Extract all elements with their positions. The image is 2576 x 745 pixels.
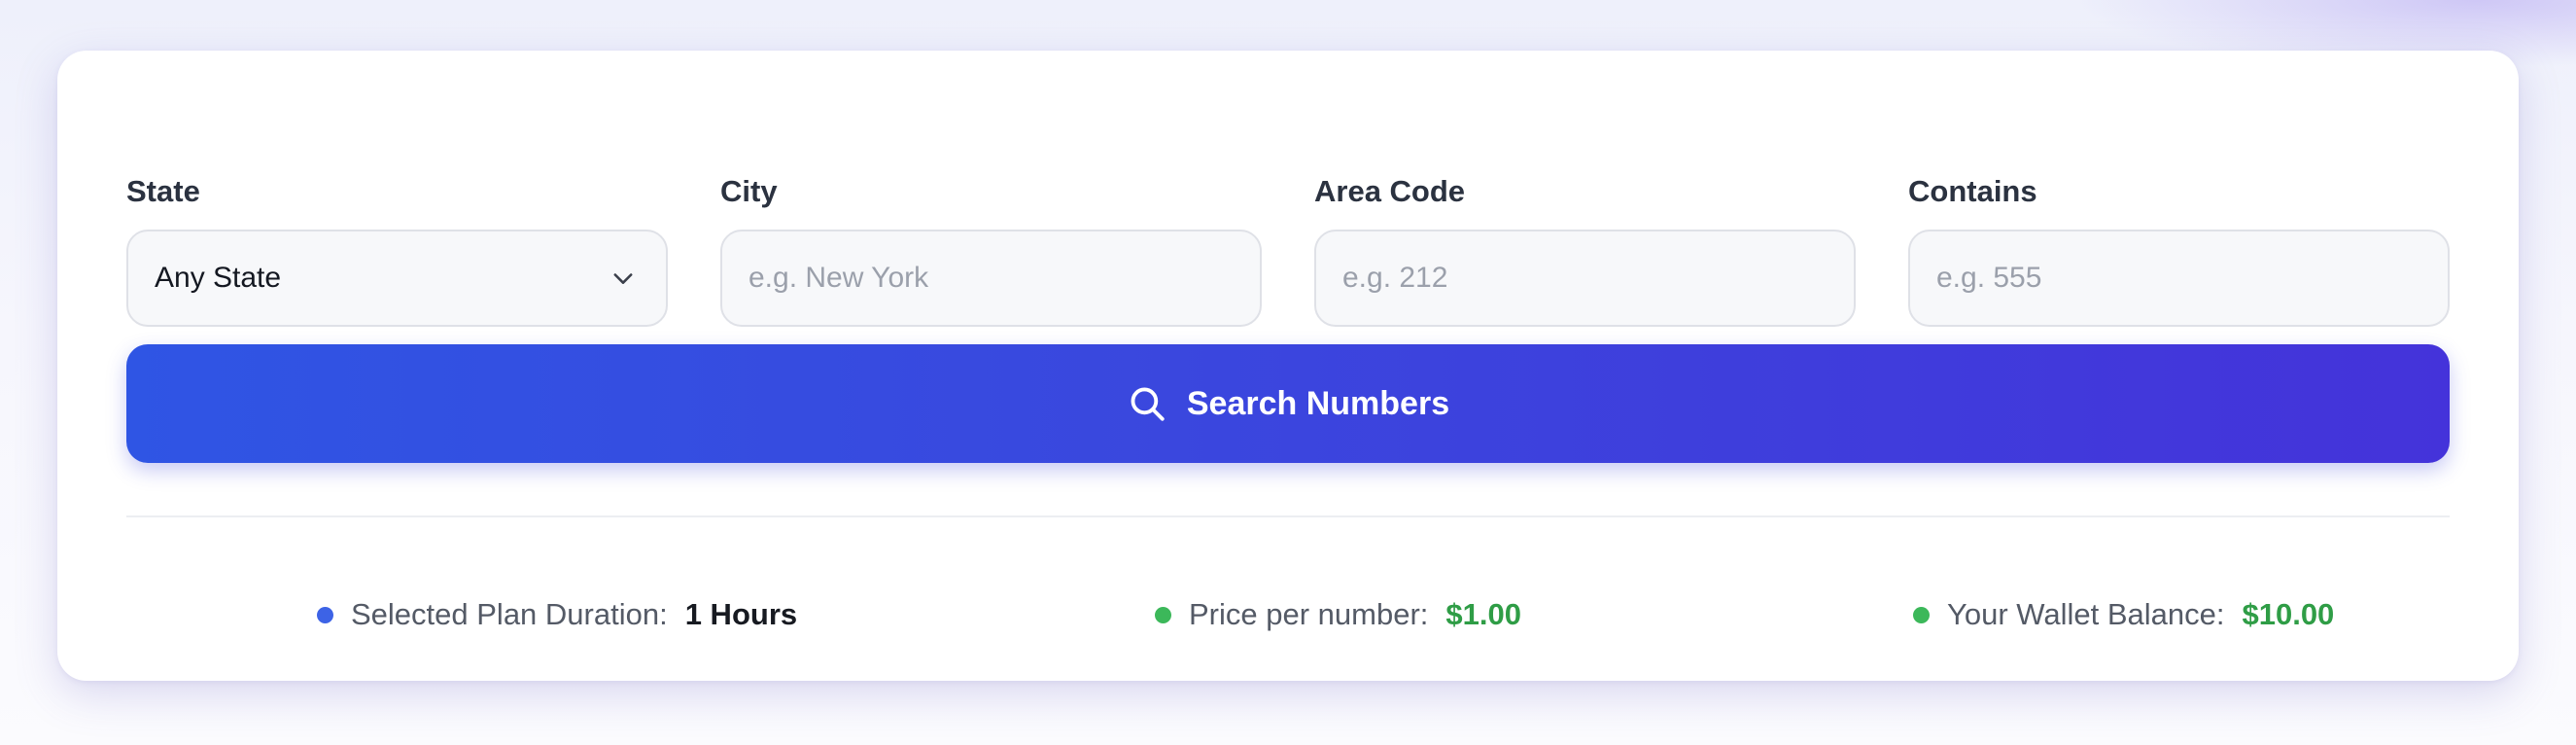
price-label: Price per number:: [1189, 597, 1429, 631]
area-code-field: Area Code: [1314, 173, 1856, 327]
contains-label: Contains: [1908, 174, 2037, 208]
plan-duration-label: Selected Plan Duration:: [351, 597, 668, 631]
city-field: City: [720, 173, 1262, 327]
search-filters: State Any State City Area Code Contains: [126, 173, 2450, 327]
area-code-input[interactable]: [1316, 231, 1854, 325]
wallet-balance-value: $10.00: [2242, 597, 2335, 631]
state-select-value: Any State: [155, 262, 282, 294]
plan-duration-info: Selected Plan Duration: 1 Hours: [317, 590, 797, 639]
search-icon: [1131, 387, 1165, 421]
chevron-down-icon: [613, 273, 633, 284]
contains-field: Contains: [1908, 173, 2450, 327]
price-info: Price per number: $1.00: [1155, 590, 1521, 639]
price-value: $1.00: [1445, 597, 1521, 631]
wallet-info: Your Wallet Balance: $10.00: [1913, 590, 2334, 639]
search-numbers-button[interactable]: Search Numbers: [126, 344, 2450, 463]
area-code-input-wrapper: [1314, 230, 1856, 327]
contains-input-wrapper: [1908, 230, 2450, 327]
plan-status-dot: [317, 606, 333, 623]
state-select[interactable]: Any State: [126, 230, 668, 327]
divider: [126, 515, 2450, 517]
area-code-label: Area Code: [1314, 174, 1466, 208]
wallet-balance-label: Your Wallet Balance:: [1947, 597, 2225, 631]
state-field: State Any State: [126, 173, 668, 327]
contains-input[interactable]: [1910, 231, 2448, 325]
city-label: City: [720, 174, 778, 208]
summary-row: Selected Plan Duration: 1 Hours Price pe…: [126, 590, 2450, 639]
plan-duration-value: 1 Hours: [684, 597, 798, 631]
search-numbers-label: Search Numbers: [1186, 384, 1450, 422]
price-status-dot: [1155, 606, 1171, 623]
city-input-wrapper: [720, 230, 1262, 327]
wallet-status-dot: [1913, 606, 1930, 623]
search-card: State Any State City Area Code Contains: [57, 51, 2519, 681]
state-label: State: [126, 174, 200, 208]
city-input[interactable]: [722, 231, 1260, 325]
